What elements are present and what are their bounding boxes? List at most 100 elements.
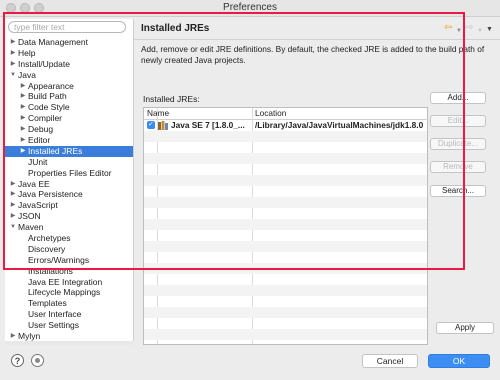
chevron-right-icon[interactable]: ▶ <box>19 135 27 146</box>
chevron-right-icon[interactable]: ▶ <box>19 102 27 113</box>
tree-item[interactable]: ▶ Installed JREs <box>5 145 133 157</box>
search-button[interactable]: Search... <box>430 185 486 197</box>
tree-item-label: Editor <box>28 135 51 146</box>
tree-item-label: User Settings <box>28 320 80 331</box>
help-icon[interactable]: ? <box>11 354 24 367</box>
tree-item[interactable]: Lifecycle Mappings <box>5 287 133 298</box>
chevron-down-icon[interactable]: ▼ <box>9 222 17 233</box>
tree-item-label: Mylyn <box>18 331 41 341</box>
table-row <box>144 296 427 307</box>
table-row[interactable]: ✓ Java SE 7 [1.8.0_... /Library/Java/JavaV… <box>144 120 427 131</box>
tree-item-label: Maven <box>18 222 44 233</box>
table-row <box>144 186 427 197</box>
table-row <box>144 307 427 318</box>
view-menu-icon[interactable]: ▼ <box>486 24 493 36</box>
tree-item-label: Build Path <box>28 91 67 102</box>
table-row <box>144 131 427 142</box>
tree-item[interactable]: ▶ Appearance <box>5 81 133 92</box>
jre-name-cell: Java SE 7 [1.8.0_... <box>171 120 245 130</box>
tree-item[interactable]: User Settings <box>5 320 133 331</box>
preferences-sidebar: ▶Data Management▶Help▶Install/Update▼Jav… <box>5 19 134 341</box>
tree-item[interactable]: Properties Files Editor <box>5 168 133 179</box>
table-row <box>144 197 427 208</box>
preferences-tree: ▶ Data Management ▶ Help ▶ Install/Update ▼ Jav… <box>5 37 133 341</box>
chevron-right-icon[interactable]: ▶ <box>9 59 17 70</box>
tree-item-label: Lifecycle Mappings <box>28 287 101 298</box>
filter-input[interactable] <box>8 21 126 33</box>
remove-button[interactable]: Remove <box>430 161 486 173</box>
tree-item[interactable]: ▶ Data Management <box>5 37 133 48</box>
table-row <box>144 252 427 263</box>
back-arrow-icon[interactable]: ⇦ <box>444 22 452 34</box>
installed-jres-label: Installed JREs: <box>143 94 200 104</box>
tree-item[interactable]: Discovery <box>5 244 133 255</box>
column-header-location[interactable]: Location <box>252 108 425 119</box>
tree-item[interactable]: Templates <box>5 298 133 309</box>
tree-item-label: Java <box>18 69 36 80</box>
tree-item[interactable]: Installations <box>5 266 133 277</box>
tree-item-label: User Interface <box>28 309 82 320</box>
tree-item-label: Archetypes <box>28 233 71 244</box>
tree-item[interactable]: ▶ Java Persistence <box>5 189 133 200</box>
chevron-right-icon[interactable]: ▶ <box>19 91 27 102</box>
tree-item-label: JUnit <box>28 156 48 167</box>
tree-item[interactable]: ▶ Compiler <box>5 113 133 124</box>
tree-item[interactable]: Java EE Integration <box>5 277 133 288</box>
table-row <box>144 263 427 274</box>
tree-item[interactable]: JUnit <box>5 157 133 168</box>
tree-item[interactable]: ▶ Code Style <box>5 102 133 113</box>
chevron-right-icon[interactable]: ▶ <box>19 124 27 135</box>
chevron-right-icon[interactable]: ▶ <box>9 189 17 200</box>
table-row <box>144 241 427 252</box>
tree-item[interactable]: ▶ JSON <box>5 211 133 222</box>
tree-item-label: Compiler <box>28 113 63 124</box>
apply-button[interactable]: Apply <box>436 322 494 334</box>
tree-item[interactable]: ▶ JavaScript <box>5 200 133 211</box>
java-jre-icon <box>158 121 168 130</box>
column-header-name[interactable]: Name <box>144 108 255 119</box>
table-row <box>144 230 427 241</box>
dialog-footer: ? Cancel OK <box>0 345 500 380</box>
chevron-right-icon[interactable]: ▶ <box>9 179 17 190</box>
tree-item[interactable]: ▶ Editor <box>5 135 133 146</box>
tree-item[interactable]: ▶ Mylyn <box>5 331 133 341</box>
tree-item-label: Help <box>18 47 36 58</box>
chevron-right-icon[interactable]: ▶ <box>19 113 27 124</box>
cancel-button[interactable]: Cancel <box>362 354 418 368</box>
ok-button[interactable]: OK <box>428 354 490 368</box>
tree-item-label: Templates <box>28 298 67 309</box>
chevron-right-icon[interactable]: ▶ <box>9 331 17 341</box>
table-row <box>144 208 427 219</box>
tree-item-label: Properties Files Editor <box>28 167 112 178</box>
chevron-right-icon[interactable]: ▶ <box>19 81 27 92</box>
jre-table: Name Location ✓ Java SE 7 [1.8.0_... /Libr… <box>143 107 428 345</box>
jre-location-cell: /Library/Java/JavaVirtualMachines/jdk1.8… <box>255 120 424 130</box>
tree-item[interactable]: ▶ Build Path <box>5 91 133 102</box>
chevron-right-icon[interactable]: ▶ <box>9 200 17 211</box>
chevron-down-icon[interactable]: ▼ <box>9 70 17 81</box>
window-titlebar: Preferences <box>0 0 500 17</box>
tree-item[interactable]: User Interface <box>5 309 133 320</box>
table-row <box>144 285 427 296</box>
tree-item[interactable]: ▶ Help <box>5 48 133 59</box>
tree-item[interactable]: ▼ Maven <box>5 222 133 233</box>
tree-item[interactable]: ▶ Install/Update <box>5 59 133 70</box>
tree-item[interactable]: ▶ Debug <box>5 124 133 135</box>
default-jre-checkbox[interactable]: ✓ <box>147 121 155 129</box>
chevron-right-icon[interactable]: ▶ <box>9 48 17 59</box>
chevron-down-icon: ▼ <box>477 28 483 34</box>
duplicate-button[interactable]: Duplicate... <box>430 138 486 150</box>
preferences-settings-icon[interactable] <box>31 354 44 367</box>
edit-button[interactable]: Edit... <box>430 115 486 127</box>
chevron-right-icon[interactable]: ▶ <box>9 37 17 48</box>
page-title: Installed JREs <box>141 23 210 34</box>
tree-item[interactable]: Archetypes <box>5 233 133 244</box>
tree-item[interactable]: ▶ Java EE <box>5 179 133 190</box>
tree-item[interactable]: ▼ Java <box>5 70 133 81</box>
chevron-down-icon[interactable]: ▼ <box>456 25 462 37</box>
chevron-right-icon[interactable]: ▶ <box>19 146 27 157</box>
tree-item[interactable]: Errors/Warnings <box>5 255 133 266</box>
tree-item-label: Debug <box>28 124 54 135</box>
add-button[interactable]: Add... <box>430 92 486 104</box>
chevron-right-icon[interactable]: ▶ <box>9 211 17 222</box>
